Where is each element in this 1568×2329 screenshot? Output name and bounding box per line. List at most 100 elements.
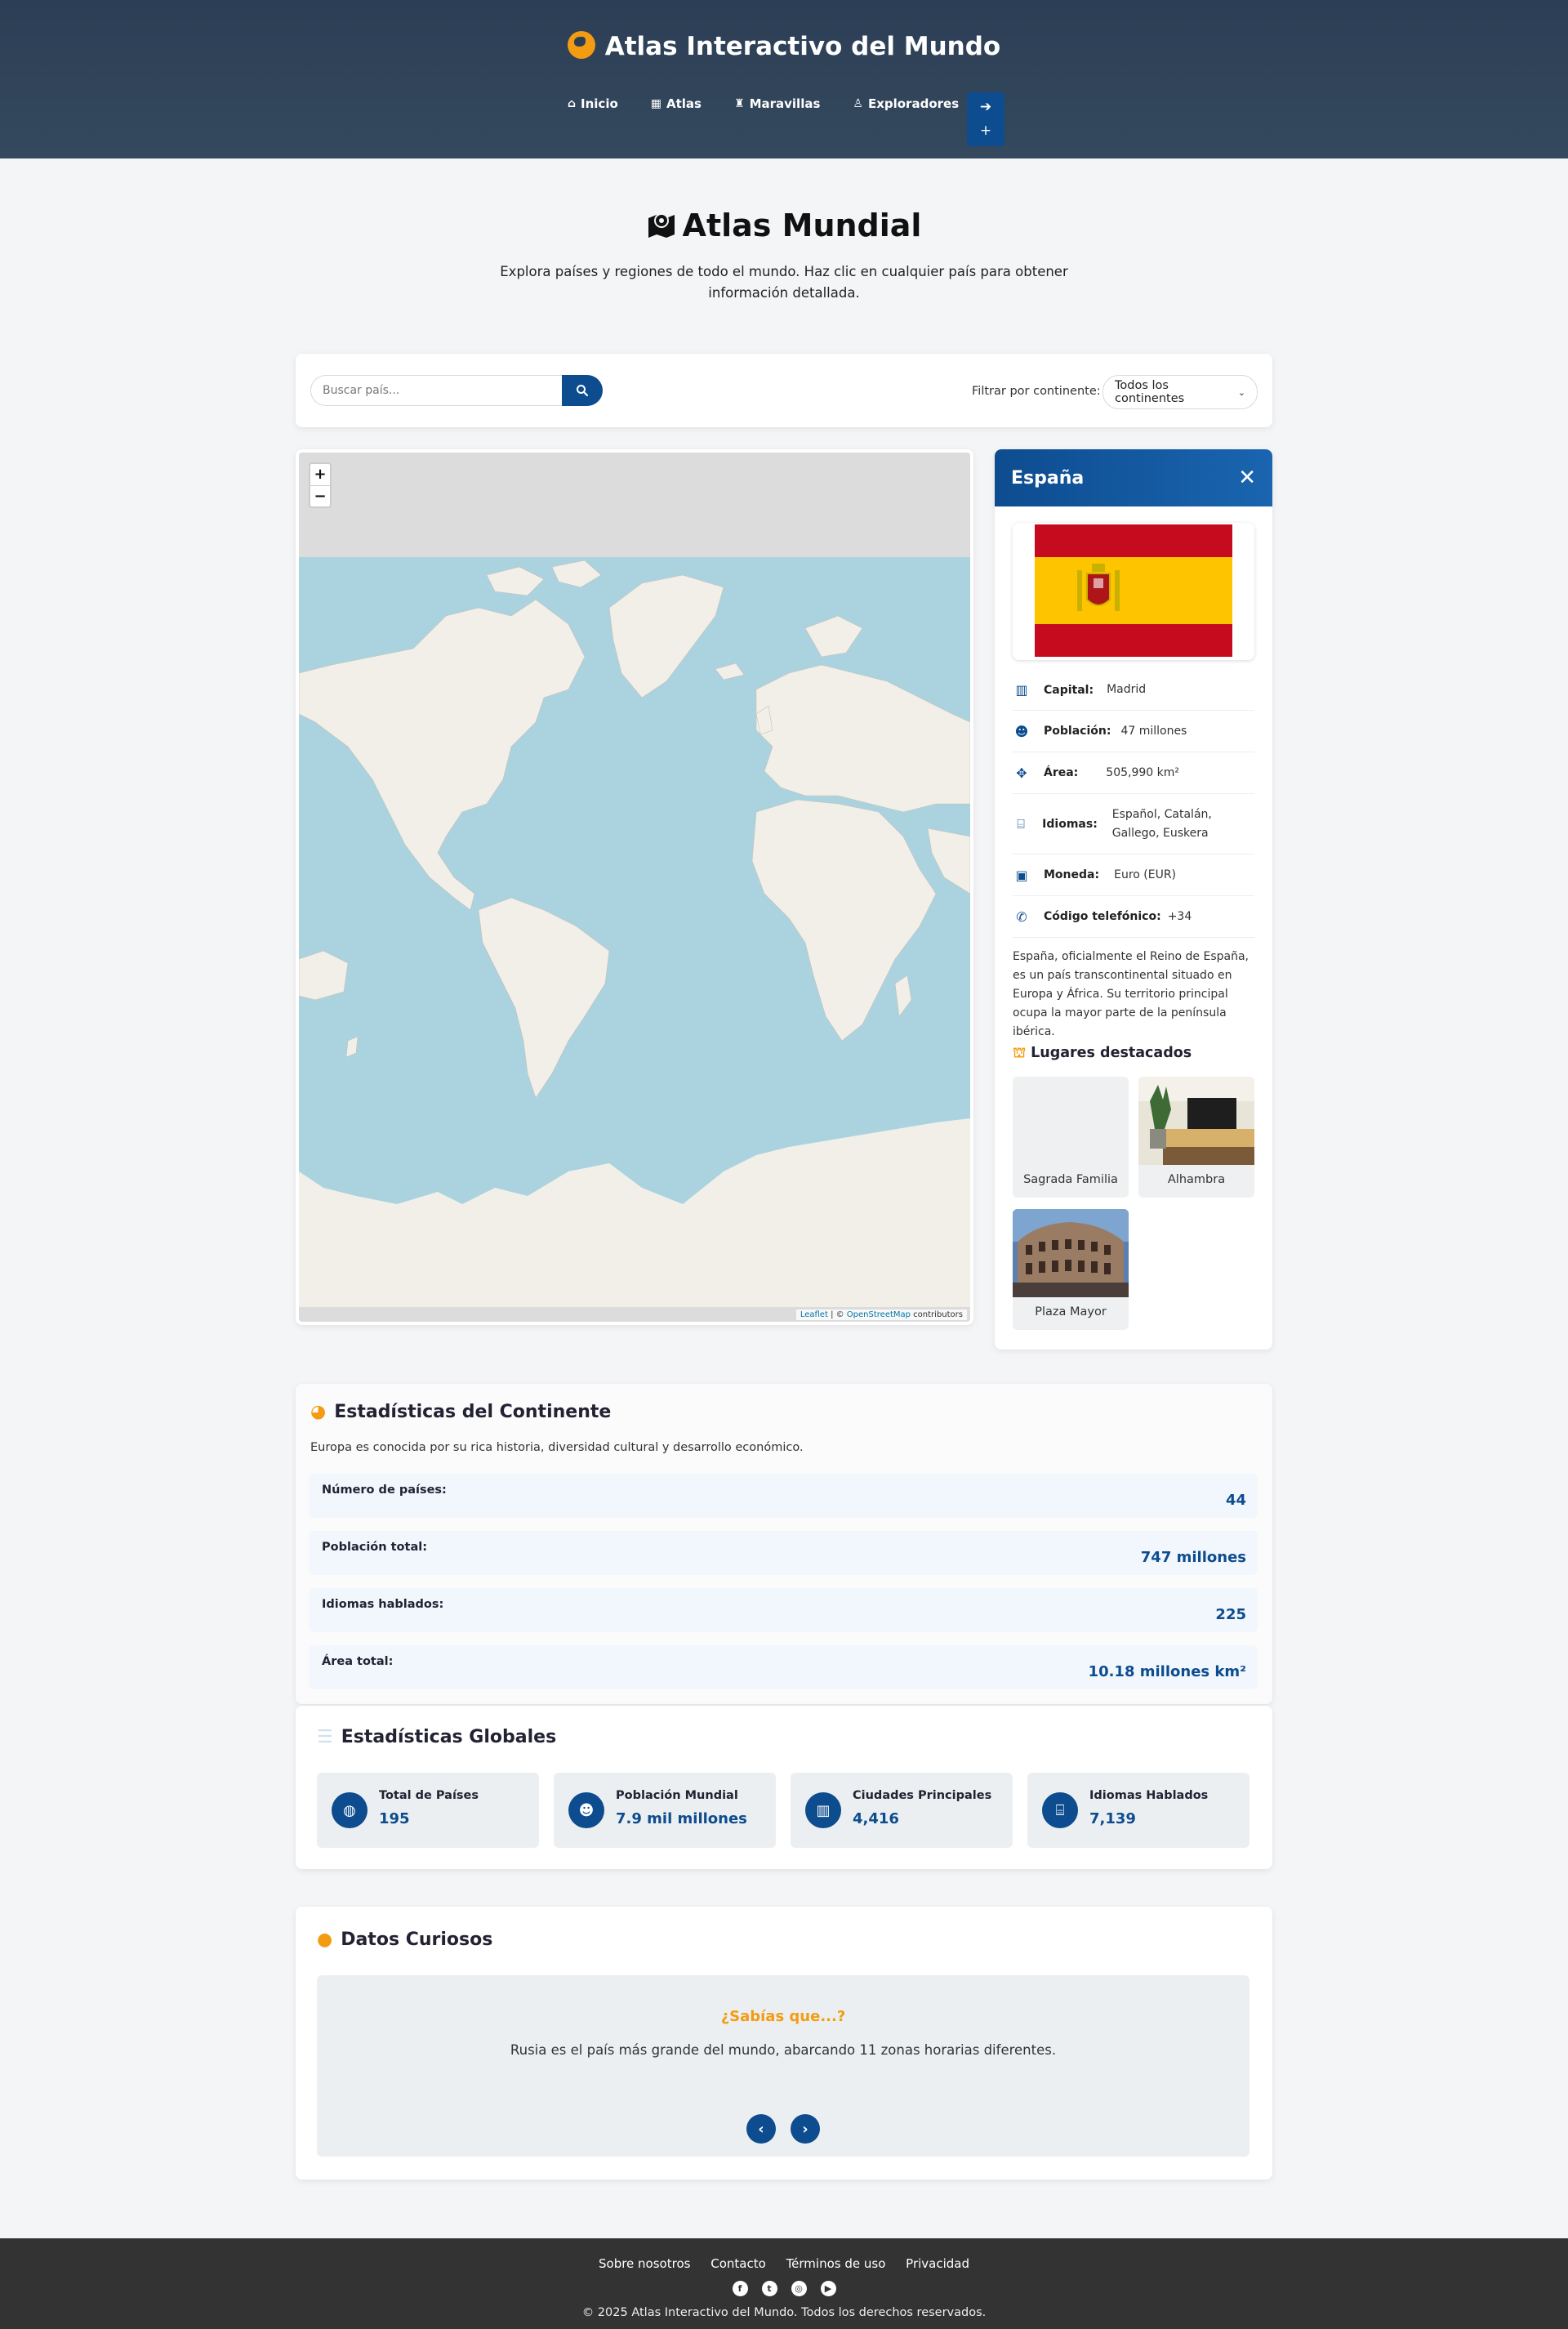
fact-question: ¿Sabías que...? — [720, 2008, 846, 2025]
continent-stats: ◕ Estadísticas del Continente Europa es c… — [296, 1384, 1272, 1704]
nav-atlas[interactable]: ▦ Atlas — [651, 96, 702, 111]
people-icon: ☻ — [568, 1792, 604, 1828]
site-header: Atlas Interactivo del Mundo ⌂ Inicio ▦ Atl… — [0, 0, 1568, 158]
home-icon: ⌂ — [568, 97, 577, 110]
global-stat-languages: ⌸ Idiomas Hablados 7,139 — [1027, 1773, 1250, 1848]
phone-icon: ✆ — [1016, 908, 1027, 925]
main-nav: ⌂ Inicio ▦ Atlas ♜ Maravillas ♙ Exploradores — [568, 96, 991, 111]
stat-row-countries: Número de países: 44 — [309, 1474, 1258, 1518]
place-card[interactable]: Sagrada Familia — [1013, 1077, 1129, 1198]
spain-flag — [1035, 524, 1232, 657]
instagram-icon[interactable]: ◎ — [791, 2281, 807, 2296]
filter-label: Filtrar por continente: — [972, 385, 1101, 398]
auth-buttons: ➔ + — [967, 92, 1004, 146]
nav-maravillas[interactable]: ♜ Maravillas — [734, 96, 820, 111]
fun-facts-title: ● Datos Curiosos — [317, 1930, 493, 1950]
country-header: España ✕ — [995, 449, 1272, 506]
city-icon: ▥ — [1015, 682, 1028, 698]
zoom-in-button[interactable]: + — [310, 464, 330, 485]
next-fact-button[interactable]: › — [791, 2114, 820, 2144]
map-icon: ▦ — [650, 97, 662, 110]
fact-text: Rusia es el país más grande del mundo, a… — [510, 2042, 1057, 2058]
footer-links: Sobre nosotros Contacto Términos de uso … — [0, 2256, 1568, 2271]
country-name: España — [1011, 467, 1085, 489]
continent-stats-title: ◕ Estadísticas del Continente — [310, 1402, 612, 1422]
info-row-phone: ✆ Código telefónico: +34 — [1013, 896, 1254, 938]
map-tiles — [299, 453, 970, 1322]
footer-link-terms[interactable]: Términos de uso — [786, 2256, 886, 2271]
footer-link-privacy[interactable]: Privacidad — [906, 2256, 969, 2271]
site-footer: Sobre nosotros Contacto Términos de uso … — [0, 2238, 1568, 2329]
search-input[interactable] — [310, 375, 565, 406]
user-plus-icon[interactable]: + — [980, 124, 991, 138]
osm-link[interactable]: OpenStreetMap — [847, 1310, 911, 1319]
global-stats: ☰ Estadísticas Globales ◍ Total de Países… — [296, 1706, 1272, 1869]
place-image — [1013, 1209, 1129, 1297]
zoom-out-button[interactable]: − — [310, 485, 330, 506]
info-row-area: ✥ Área: 505,990 km² — [1013, 752, 1254, 794]
places-title: ⛫ Lugares destacados — [1013, 1045, 1192, 1061]
info-row-population: ☻ Población: 47 millones — [1013, 711, 1254, 752]
footer-link-contact[interactable]: Contacto — [710, 2256, 766, 2271]
zoom-controls: + − — [309, 462, 332, 508]
youtube-icon[interactable]: ▶ — [820, 2281, 836, 2296]
global-stats-title: ☰ Estadísticas Globales — [317, 1727, 557, 1747]
nav-inicio[interactable]: ⌂ Inicio — [568, 96, 618, 111]
twitter-icon[interactable]: t — [761, 2281, 777, 2296]
search-icon — [577, 385, 589, 397]
language-icon: ⌸ — [1042, 1792, 1078, 1828]
area-icon: ✥ — [1016, 765, 1027, 781]
stat-row-area: Área total: 10.18 millones km² — [309, 1645, 1258, 1689]
place-card[interactable]: Alhambra — [1138, 1077, 1254, 1198]
info-row-currency: ▣ Moneda: Euro (EUR) — [1013, 854, 1254, 896]
place-card[interactable]: Plaza Mayor — [1013, 1209, 1129, 1330]
continent-select[interactable]: Todos los continentes ⌄ — [1102, 375, 1258, 409]
money-icon: ▣ — [1015, 867, 1028, 883]
close-icon[interactable]: ✕ — [1238, 466, 1256, 490]
country-description: España, oficialmente el Reino de España,… — [1013, 950, 1249, 1038]
global-stat-population: ☻ Población Mundial 7.9 mil millones — [554, 1773, 776, 1848]
monument-icon: ♜ — [734, 97, 745, 110]
flag-frame — [1013, 523, 1254, 660]
chevron-down-icon: ⌄ — [1237, 386, 1245, 398]
map-marker-icon — [648, 213, 675, 238]
people-icon: ☻ — [1014, 723, 1029, 739]
lightbulb-icon: ● — [317, 1930, 333, 1950]
search-button[interactable] — [562, 375, 603, 406]
stat-row-population: Población total: 747 millones — [309, 1531, 1258, 1575]
info-row-languages: ⌸ Idiomas: Español, Catalán, Gallego, Eu… — [1013, 794, 1254, 854]
brand-title: Atlas Interactivo del Mundo — [604, 32, 1001, 61]
global-stat-cities: ▥ Ciudades Principales 4,416 — [791, 1773, 1013, 1848]
world-map[interactable]: + − Leaflet | © OpenStreetMap contributo… — [299, 453, 970, 1322]
leaflet-link[interactable]: Leaflet — [800, 1310, 828, 1319]
chart-icon: ☰ — [317, 1727, 333, 1747]
pie-chart-icon: ◕ — [310, 1402, 327, 1422]
page-subtitle: Explora países y regiones de todo el mun… — [500, 264, 1068, 301]
map-container: + − Leaflet | © OpenStreetMap contributo… — [296, 449, 973, 1325]
prev-fact-button[interactable]: ‹ — [746, 2114, 776, 2144]
login-icon[interactable]: ➔ — [980, 100, 991, 114]
hiker-icon: ♙ — [853, 97, 863, 110]
country-panel: España ✕ ▥ Capital: Madrid ☻ Población: … — [995, 449, 1272, 1350]
place-image — [1138, 1077, 1254, 1165]
map-attribution: Leaflet | © OpenStreetMap contributors — [795, 1310, 967, 1320]
language-icon: ⌸ — [1017, 815, 1025, 832]
stat-row-languages: Idiomas hablados: 225 — [309, 1588, 1258, 1632]
social-links: f t ◎ ▶ — [0, 2281, 1568, 2296]
footer-link-about[interactable]: Sobre nosotros — [599, 2256, 690, 2271]
search-bar: Filtrar por continente: Todos los contin… — [296, 354, 1272, 427]
global-stat-countries: ◍ Total de Países 195 — [317, 1773, 539, 1848]
landmark-icon: ⛫ — [1013, 1045, 1027, 1061]
facebook-icon[interactable]: f — [732, 2281, 748, 2296]
fact-carousel: ¿Sabías que...? Rusia es el país más gra… — [317, 1975, 1250, 2157]
copyright: © 2025 Atlas Interactivo del Mundo. Todo… — [581, 2306, 987, 2319]
globe-logo-icon — [567, 31, 595, 59]
page-title: Atlas Mundial — [0, 207, 1568, 243]
nav-exploradores[interactable]: ♙ Exploradores — [853, 96, 959, 111]
globe-icon: ◍ — [332, 1792, 368, 1828]
continent-description: Europa es conocida por su rica historia,… — [310, 1441, 804, 1454]
fun-facts: ● Datos Curiosos ¿Sabías que...? Rusia es… — [296, 1907, 1272, 2180]
city-icon: ▥ — [805, 1792, 841, 1828]
brand[interactable]: Atlas Interactivo del Mundo — [0, 31, 1568, 61]
info-row-capital: ▥ Capital: Madrid — [1013, 670, 1254, 711]
